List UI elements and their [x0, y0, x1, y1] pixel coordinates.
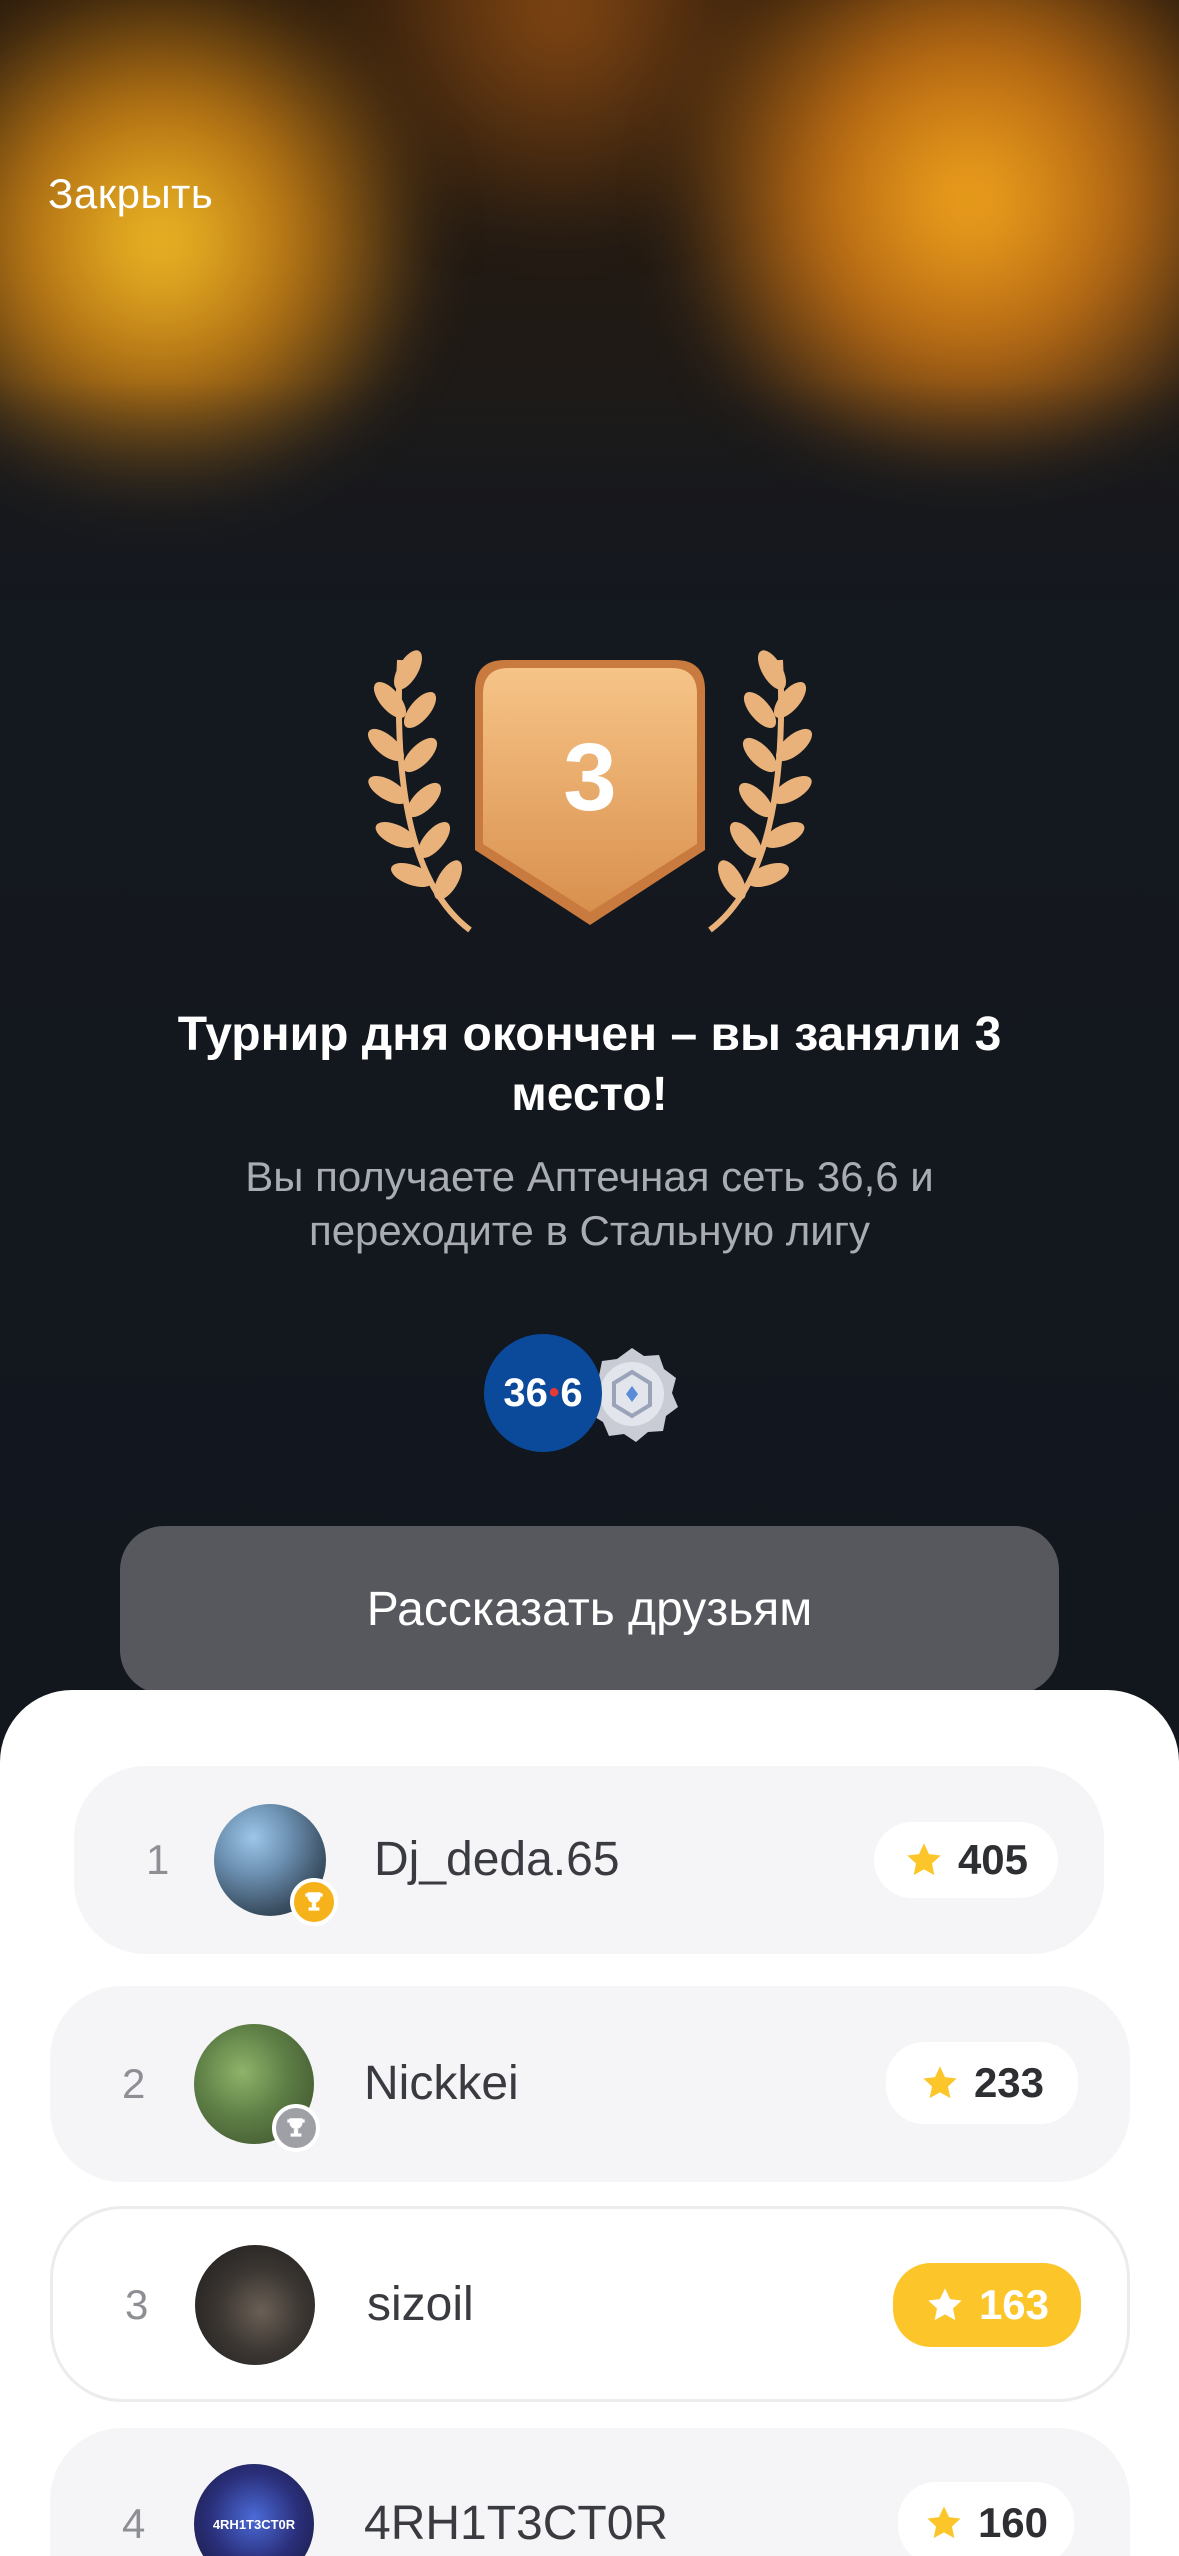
close-button[interactable]: Закрыть: [48, 170, 213, 218]
score-pill: 233: [886, 2042, 1078, 2124]
trophy-icon: [272, 2104, 320, 2152]
leaderboard-row-4[interactable]: 4 4RH1T3CT0R 4RH1T3CT0R 160: [50, 2428, 1130, 2556]
result-subline: Вы получаете Аптечная сеть 36,6 и перехо…: [245, 1153, 934, 1254]
player-name: Dj_deda.65: [374, 1833, 620, 1886]
star-icon: [923, 2066, 957, 2099]
star-icon: [907, 1843, 941, 1876]
trophy-icon: [290, 1878, 338, 1926]
rank: 3: [125, 2281, 149, 2328]
place-number: 3: [563, 724, 616, 831]
laurel-right-icon: [708, 650, 813, 933]
bronze-shield-icon: 3: [475, 660, 705, 925]
star-icon: [928, 2288, 962, 2321]
avatar: [195, 2245, 315, 2365]
player-name: sizoil: [367, 2278, 474, 2331]
leaderboard-row-1[interactable]: 1 Dj_deda.65 405: [74, 1766, 1104, 1954]
player-name: 4RH1T3CT0R: [364, 2497, 669, 2550]
rank: 4: [122, 2500, 146, 2547]
avatar: 4RH1T3CT0R: [194, 2464, 314, 2556]
leaderboard-sheet: 1 Dj_deda.65 405 2 Nickkei 233 3 sizoil …: [0, 1690, 1179, 2556]
score-pill: 163: [893, 2263, 1081, 2347]
background-glow: [0, 0, 1179, 720]
prize-icons: 36 • 6: [484, 1334, 694, 1454]
share-with-friends-button[interactable]: Рассказать друзьям: [120, 1526, 1059, 1694]
pharmacy-logo: 36 • 6: [484, 1334, 602, 1452]
rank: 1: [146, 1836, 170, 1883]
star-icon: [927, 2506, 961, 2539]
leaderboard-row-3-current-user[interactable]: 3 sizoil 163: [50, 2206, 1130, 2402]
score-pill: 160: [898, 2482, 1074, 2556]
place-badge: 3: [360, 640, 820, 960]
result-headline: Турнир дня окончен – вы заняли 3 место!: [177, 1008, 1002, 1121]
player-name: Nickkei: [364, 2057, 519, 2110]
rank: 2: [122, 2060, 146, 2107]
laurel-left-icon: [367, 650, 472, 933]
leaderboard-row-2[interactable]: 2 Nickkei 233: [50, 1986, 1130, 2182]
score-pill: 405: [874, 1822, 1058, 1898]
tournament-result-screen: Закрыть 3 Турнир дня окончен – вы заняли…: [0, 0, 1179, 2556]
